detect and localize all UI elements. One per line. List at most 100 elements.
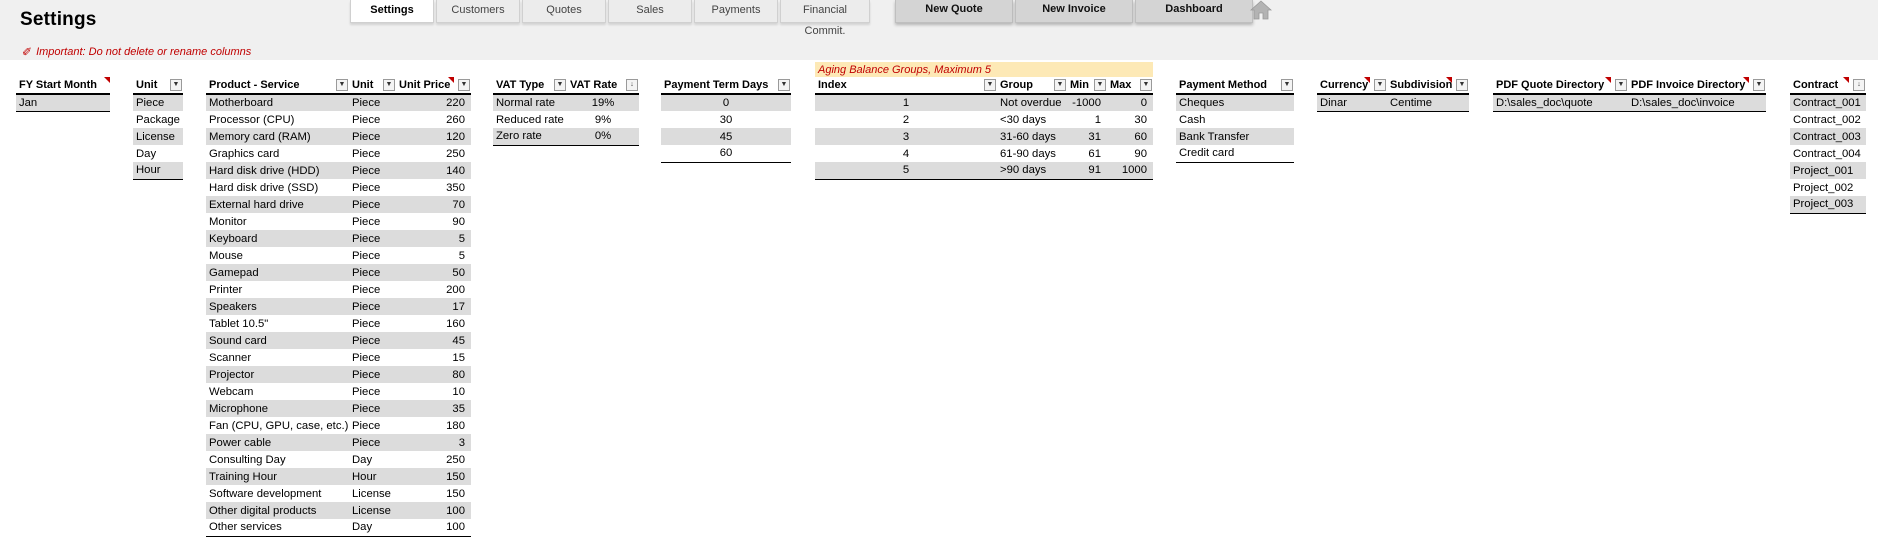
product-unit-cell[interactable]: Piece (349, 383, 396, 400)
product-name-cell[interactable]: Projector (206, 366, 349, 383)
product-unit-cell[interactable]: Piece (349, 94, 396, 111)
unit-price-cell[interactable]: 17 (396, 298, 471, 315)
dropdown-arrow-icon[interactable]: ▼ (170, 79, 182, 91)
dropdown-arrow-icon[interactable]: ▼ (1140, 79, 1152, 91)
product-name-cell[interactable]: Power cable (206, 434, 349, 451)
product-name-cell[interactable]: Motherboard (206, 94, 349, 111)
product-unit-cell[interactable]: Piece (349, 247, 396, 264)
unit-price-cell[interactable]: 45 (396, 332, 471, 349)
unit-price-cell[interactable]: 5 (396, 230, 471, 247)
product-unit-cell[interactable]: Piece (349, 111, 396, 128)
product-unit-cell[interactable]: Piece (349, 145, 396, 162)
unit-price-cell[interactable]: 90 (396, 213, 471, 230)
contract-cell[interactable]: Project_001 (1790, 162, 1866, 179)
product-name-cell[interactable]: Printer (206, 281, 349, 298)
unit-price-cell[interactable]: 100 (396, 502, 471, 519)
unit-price-cell[interactable]: 3 (396, 434, 471, 451)
unit-price-cell[interactable]: 150 (396, 468, 471, 485)
unit-price-cell[interactable]: 250 (396, 451, 471, 468)
aging-min-header[interactable]: Min ▼ (1067, 77, 1107, 95)
payment-method-cell[interactable]: Credit card (1176, 145, 1294, 163)
product-name-cell[interactable]: Webcam (206, 383, 349, 400)
contract-cell[interactable]: Contract_003 (1790, 128, 1866, 145)
payment-method-cell[interactable]: Cheques (1176, 94, 1294, 111)
aging-index-cell[interactable]: 4 (815, 145, 997, 162)
sort-icon[interactable]: ↓ (1853, 79, 1865, 91)
product-unit-cell[interactable]: License (349, 485, 396, 502)
product-name-cell[interactable]: Scanner (206, 349, 349, 366)
dropdown-arrow-icon[interactable]: ▼ (383, 79, 395, 91)
sort-icon[interactable]: ↓ (626, 79, 638, 91)
product-unit-cell[interactable]: Hour (349, 468, 396, 485)
tab-quotes[interactable]: Quotes (522, 0, 606, 23)
product-unit-cell[interactable]: Piece (349, 264, 396, 281)
product-unit-cell[interactable]: Piece (349, 366, 396, 383)
product-unit-cell[interactable]: Piece (349, 417, 396, 434)
aging-group-cell[interactable]: <30 days (997, 111, 1067, 128)
vat-type-header[interactable]: VAT Type ▼ (493, 77, 567, 95)
unit-cell[interactable]: License (133, 128, 183, 145)
vat-type-cell[interactable]: Normal rate (493, 94, 567, 111)
aging-group-cell[interactable]: Not overdue (997, 94, 1067, 111)
product-name-cell[interactable]: Sound card (206, 332, 349, 349)
aging-min-cell[interactable]: 91 (1067, 162, 1107, 180)
currency-cell[interactable]: Dinar (1317, 94, 1387, 112)
product-unit-cell[interactable]: Piece (349, 179, 396, 196)
vat-rate-header[interactable]: VAT Rate ↓ (567, 77, 639, 95)
unit-price-cell[interactable]: 160 (396, 315, 471, 332)
product-unit-cell[interactable]: Piece (349, 196, 396, 213)
product-unit-cell[interactable]: Piece (349, 349, 396, 366)
payment-term-cell[interactable]: 60 (661, 145, 791, 163)
product-name-cell[interactable]: Other services (206, 519, 349, 537)
currency-header[interactable]: Currency ▼ (1317, 77, 1387, 95)
pdf-invoice-dir-cell[interactable]: D:\sales_doc\invoice (1628, 94, 1766, 112)
product-unit-cell[interactable]: Day (349, 451, 396, 468)
unit-price-cell[interactable]: 10 (396, 383, 471, 400)
product-unit-cell[interactable]: Piece (349, 162, 396, 179)
product-name-cell[interactable]: Speakers (206, 298, 349, 315)
unit-price-cell[interactable]: 15 (396, 349, 471, 366)
aging-min-cell[interactable]: 31 (1067, 128, 1107, 145)
aging-index-cell[interactable]: 5 (815, 162, 997, 180)
payment-term-cell[interactable]: 30 (661, 111, 791, 128)
vat-type-cell[interactable]: Reduced rate (493, 111, 567, 128)
unit-price-cell[interactable]: 80 (396, 366, 471, 383)
tab-settings[interactable]: Settings (350, 0, 434, 23)
pdf-quote-dir-cell[interactable]: D:\sales_doc\quote (1493, 94, 1628, 112)
payment-method-cell[interactable]: Bank Transfer (1176, 128, 1294, 145)
aging-index-header[interactable]: Index ▼ (815, 77, 997, 95)
unit-header[interactable]: Unit ▼ (133, 77, 183, 95)
product-unit-cell[interactable]: Piece (349, 281, 396, 298)
aging-index-cell[interactable]: 3 (815, 128, 997, 145)
payment-term-cell[interactable]: 0 (661, 94, 791, 111)
dropdown-arrow-icon[interactable]: ▼ (458, 79, 470, 91)
product-name-cell[interactable]: Software development (206, 485, 349, 502)
vat-rate-cell[interactable]: 9% (567, 111, 639, 128)
unit-cell[interactable]: Piece (133, 94, 183, 111)
unit-price-cell[interactable]: 350 (396, 179, 471, 196)
aging-index-cell[interactable]: 1 (815, 94, 997, 111)
dropdown-arrow-icon[interactable]: ▼ (554, 79, 566, 91)
unit-price-cell[interactable]: 220 (396, 94, 471, 111)
unit-price-header[interactable]: Unit Price ▼ (396, 77, 471, 95)
unit-price-cell[interactable]: 180 (396, 417, 471, 434)
unit-cell[interactable]: Package (133, 111, 183, 128)
product-name-cell[interactable]: External hard drive (206, 196, 349, 213)
product-name-cell[interactable]: Tablet 10.5" (206, 315, 349, 332)
dropdown-arrow-icon[interactable]: ▼ (1753, 79, 1765, 91)
product-unit-cell[interactable]: Day (349, 519, 396, 537)
contract-header[interactable]: Contract ↓ (1790, 77, 1866, 95)
contract-cell[interactable]: Contract_001 (1790, 94, 1866, 111)
aging-max-cell[interactable]: 1000 (1107, 162, 1153, 180)
unit-price-cell[interactable]: 5 (396, 247, 471, 264)
unit-price-cell[interactable]: 150 (396, 485, 471, 502)
unit-price-cell[interactable]: 140 (396, 162, 471, 179)
aging-group-cell[interactable]: >90 days (997, 162, 1067, 180)
unit-price-cell[interactable]: 120 (396, 128, 471, 145)
contract-cell[interactable]: Project_003 (1790, 196, 1866, 214)
dropdown-arrow-icon[interactable]: ▼ (336, 79, 348, 91)
aging-max-cell[interactable]: 30 (1107, 111, 1153, 128)
dashboard-button[interactable]: Dashboard (1135, 0, 1253, 23)
dropdown-arrow-icon[interactable]: ▼ (1054, 79, 1066, 91)
product-name-cell[interactable]: Memory card (RAM) (206, 128, 349, 145)
